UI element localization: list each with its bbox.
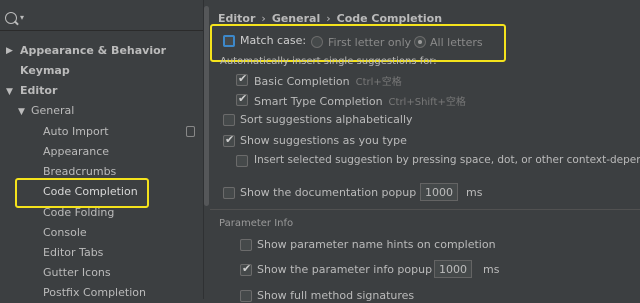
doc-popup-checkbox[interactable]: [223, 187, 235, 199]
settings-search-input[interactable]: [30, 10, 204, 30]
parameter-info-title: Parameter Info: [219, 218, 294, 229]
show-as-type-label: Show suggestions as you type: [240, 134, 407, 147]
tree-item-appearance[interactable]: Appearance: [43, 142, 109, 162]
param-info-unit: ms: [483, 263, 500, 276]
insert-selected-checkbox[interactable]: [236, 155, 248, 167]
chevron-down-icon[interactable]: ▼: [6, 87, 13, 97]
full-signatures-checkbox[interactable]: [240, 290, 252, 302]
param-info-popup-label: Show the parameter info popup in: [257, 263, 446, 276]
tree-item-keymap[interactable]: Keymap: [20, 61, 70, 81]
tree-item-editor-tabs[interactable]: Editor Tabs: [43, 243, 103, 263]
smart-type-label: Smart Type Completion Ctrl+Shift+空格: [254, 93, 466, 108]
auto-insert-title: Automatically insert single suggestions …: [220, 56, 437, 67]
tree-item-general[interactable]: General: [31, 101, 74, 121]
search-icon: [5, 12, 17, 24]
tree-item-gutter-icons[interactable]: Gutter Icons: [43, 263, 111, 283]
code-completion-settings: Editor › General › Code Completion Match cas…: [210, 0, 640, 302]
tree-item-postfix-completion[interactable]: Postfix Completion: [43, 283, 146, 303]
doc-popup-label: Show the documentation popup in: [240, 186, 430, 199]
param-name-hints-checkbox[interactable]: [240, 239, 252, 251]
doc-popup-unit: ms: [466, 186, 483, 199]
param-info-delay-input[interactable]: [434, 260, 472, 278]
settings-tree-panel: ▾ ▶ Appearance & Behavior Keymap ▼ Edito…: [0, 0, 210, 299]
chevron-down-icon[interactable]: ▼: [18, 107, 25, 117]
code-completion-highlight: [15, 178, 149, 208]
tree-item-editor[interactable]: Editor: [20, 81, 57, 101]
settings-search-bar[interactable]: ▾: [0, 8, 204, 31]
smart-type-text: Smart Type Completion: [254, 95, 383, 108]
param-name-hints-label: Show parameter name hints on completion: [257, 238, 496, 251]
tree-item-console[interactable]: Console: [43, 223, 87, 243]
basic-completion-checkbox[interactable]: [236, 72, 248, 86]
basic-completion-label: Basic Completion Ctrl+空格: [254, 73, 402, 88]
tree-scrollbar[interactable]: [204, 6, 209, 206]
sort-alpha-label: Sort suggestions alphabetically: [240, 113, 413, 126]
chevron-right-icon[interactable]: ▶: [6, 46, 13, 56]
first-letter-label: First letter only: [328, 36, 412, 49]
smart-type-shortcut: Ctrl+Shift+空格: [388, 97, 466, 108]
all-letters-label: All letters: [430, 36, 483, 49]
tree-item-appearance-behavior[interactable]: Appearance & Behavior: [20, 41, 166, 61]
smart-type-checkbox[interactable]: [236, 92, 248, 106]
full-signatures-label: Show full method signatures: [257, 289, 415, 302]
basic-completion-shortcut: Ctrl+空格: [355, 77, 402, 88]
sort-alpha-checkbox[interactable]: [223, 114, 235, 126]
project-settings-icon: [186, 126, 195, 137]
all-letters-radio[interactable]: [414, 36, 426, 48]
chevron-down-icon[interactable]: ▾: [20, 13, 24, 22]
match-case-checkbox[interactable]: [223, 35, 235, 47]
param-info-popup-checkbox[interactable]: [240, 262, 252, 276]
show-as-type-checkbox[interactable]: [223, 133, 235, 147]
section-divider: [210, 209, 640, 210]
doc-popup-delay-input[interactable]: [420, 183, 458, 201]
tree-item-auto-import[interactable]: Auto Import: [43, 122, 109, 142]
first-letter-radio[interactable]: [311, 36, 323, 48]
basic-completion-text: Basic Completion: [254, 75, 350, 88]
insert-selected-label: Insert selected suggestion by pressing s…: [254, 154, 640, 166]
match-case-label: Match case:: [240, 34, 307, 47]
